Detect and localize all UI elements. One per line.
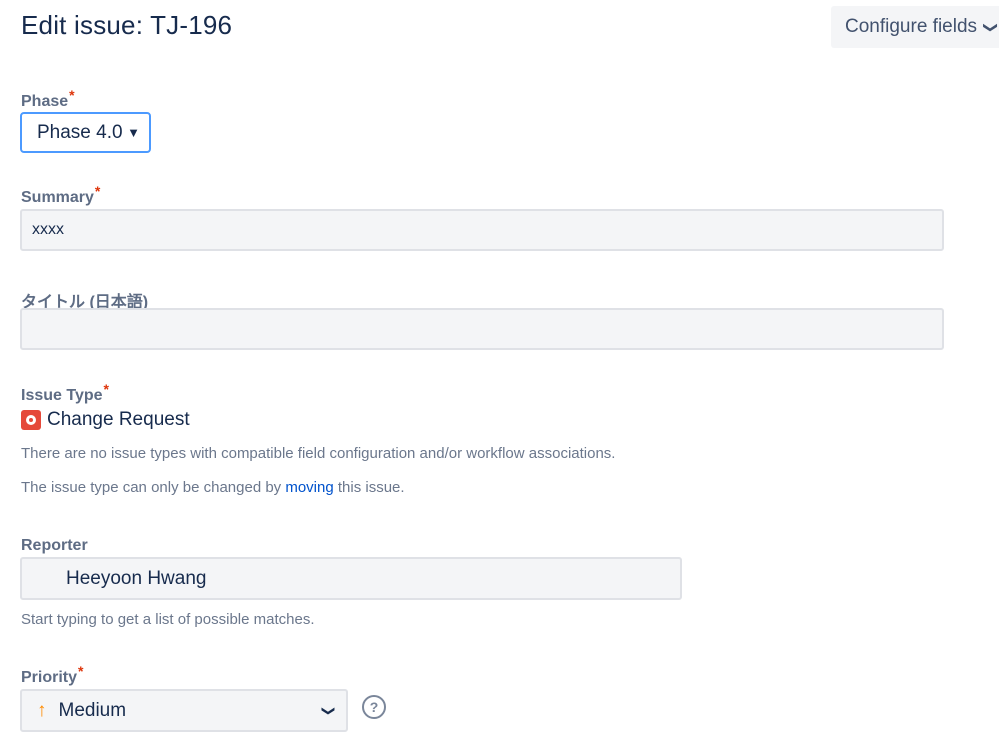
moving-link[interactable]: moving [285, 479, 333, 496]
reporter-input[interactable]: Heeyoon Hwang [20, 557, 682, 600]
issue-type-value: Change Request [47, 409, 190, 430]
priority-select[interactable]: ↑ Medium ❯ [20, 689, 348, 732]
change-request-icon [21, 410, 41, 430]
question-circle-icon[interactable]: ? [362, 695, 386, 719]
required-marker: * [69, 87, 75, 103]
configure-fields-label: Configure fields [845, 16, 978, 37]
priority-label: Priority* [21, 663, 83, 687]
chevron-down-icon: ❯ [983, 21, 999, 33]
summary-value: xxxx [32, 221, 64, 238]
summary-label-text: Summary [21, 189, 94, 206]
issue-type-label: Issue Type* [21, 381, 109, 405]
phase-label-text: Phase [21, 93, 69, 110]
priority-label-text: Priority [21, 669, 78, 686]
title-japanese-input[interactable] [20, 308, 944, 350]
issue-type-note-suffix: this issue. [337, 479, 405, 496]
phase-value: Phase 4.0 [37, 121, 123, 143]
required-marker: * [103, 381, 109, 397]
configure-fields-button[interactable]: Configure fields ❯ [831, 6, 999, 48]
issue-type-note-prefix: The issue type can only be changed by [21, 479, 282, 496]
arrow-up-icon: ↑ [37, 699, 47, 721]
issue-type-note-1: There are no issue types with compatible… [21, 445, 616, 462]
edit-issue-page: Edit issue: TJ-196 Configure fields ❯ Ph… [0, 0, 999, 739]
priority-value: Medium [58, 699, 127, 721]
required-marker: * [94, 183, 101, 199]
phase-label: Phase* [21, 87, 75, 111]
required-marker: * [78, 663, 84, 679]
reporter-value: Heeyoon Hwang [66, 567, 207, 589]
summary-input[interactable]: xxxx [20, 209, 944, 251]
issue-type-note-2: The issue type can only be changed by mo… [21, 479, 405, 496]
caret-down-icon: ▼ [127, 125, 140, 140]
chevron-down-icon: ❯ [321, 705, 337, 716]
issue-type-label-text: Issue Type [21, 387, 103, 404]
page-title: Edit issue: TJ-196 [21, 10, 233, 40]
reporter-label: Reporter [21, 537, 88, 555]
reporter-label-text: Reporter [21, 537, 88, 554]
phase-select[interactable]: Phase 4.0 ▼ [20, 112, 151, 153]
issue-type-value-row: Change Request [21, 409, 190, 431]
summary-label: Summary* [21, 183, 100, 207]
reporter-help-text: Start typing to get a list of possible m… [21, 611, 315, 628]
